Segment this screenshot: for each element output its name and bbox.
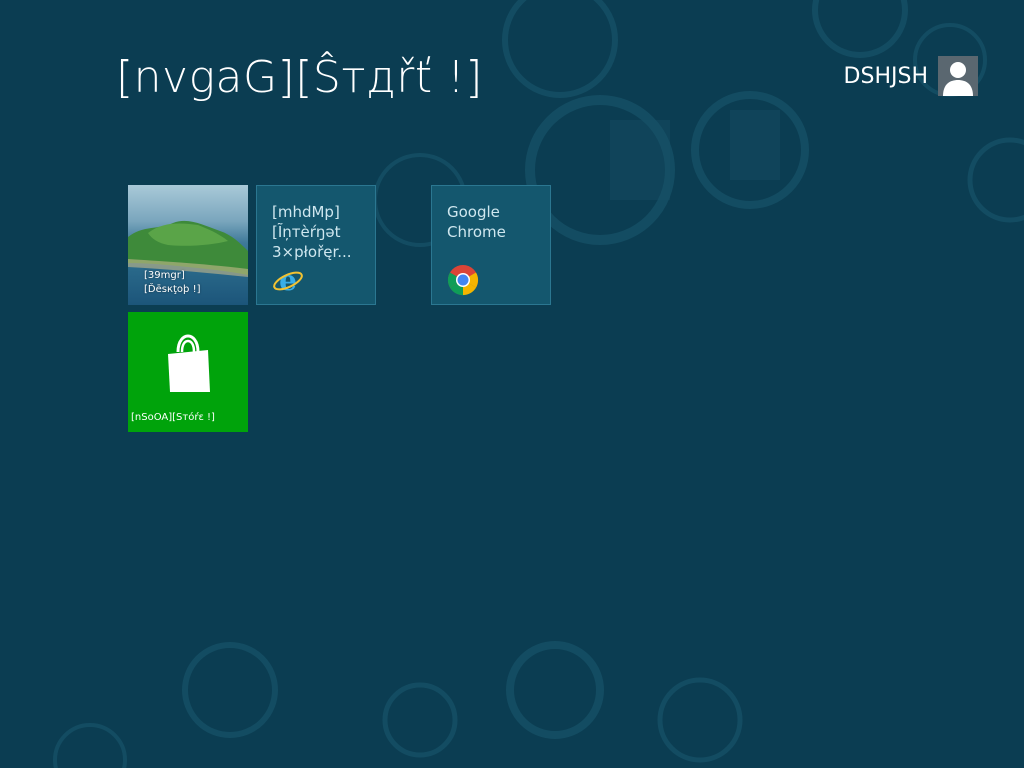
tile-google-chrome[interactable]: Google Chrome <box>431 185 551 305</box>
svg-text:e: e <box>279 264 297 296</box>
chrome-icon <box>447 265 479 296</box>
tile-desktop-label-line1: [39mgr] <box>144 270 185 281</box>
user-silhouette-icon <box>938 56 978 96</box>
user-name: DSHJSH <box>843 63 928 89</box>
tile-chrome-label: Google Chrome <box>447 203 506 241</box>
tile-internet-explorer[interactable]: [mhdMp] [Ĩņтèŕŋət 3×płořęr... e <box>256 185 376 305</box>
user-account[interactable]: DSHJSH <box>844 56 978 96</box>
tile-store[interactable]: [nSoOA][Sтóŕε !] <box>128 312 248 432</box>
shopping-bag-icon <box>168 334 210 392</box>
tile-desktop[interactable]: [39mgr] [Ďēsкţoþ !] <box>128 185 248 305</box>
tile-desktop-label: [39mgr] [Ďēsкţoþ !] <box>144 269 200 297</box>
internet-explorer-icon: e <box>273 264 303 296</box>
start-screen-title: [nvgaG][Ŝтдřť !] <box>116 52 483 103</box>
tile-store-label: [nSoOA][Sтóŕε !] <box>131 412 215 423</box>
tile-desktop-label-line2: [Ďēsкţoþ !] <box>144 284 201 295</box>
tile-ie-label: [mhdMp] [Ĩņтèŕŋət 3×płořęr... <box>272 203 352 261</box>
